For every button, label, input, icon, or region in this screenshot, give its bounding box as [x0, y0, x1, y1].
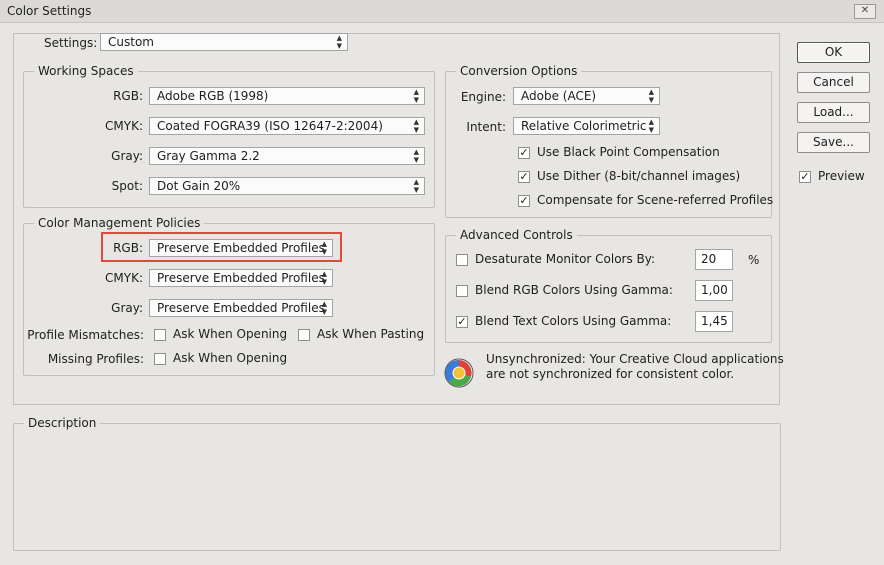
sync-status-line2: are not synchronized for consistent colo… — [486, 367, 735, 381]
engine-dropdown[interactable]: Adobe (ACE) ▲ ▼ — [513, 87, 660, 105]
blend-rgb-checkbox[interactable] — [456, 285, 468, 297]
policies-legend: Color Management Policies — [34, 216, 205, 230]
policy-cmyk-value: Preserve Embedded Profiles — [157, 271, 325, 285]
ws-cmyk-dropdown[interactable]: Coated FOGRA39 (ISO 12647-2:2004) ▲ ▼ — [149, 117, 425, 135]
window-title: Color Settings — [7, 4, 92, 18]
ok-button[interactable]: OK — [797, 42, 870, 63]
description-group: Description — [13, 416, 781, 551]
ws-spot-dropdown[interactable]: Dot Gain 20% ▲ ▼ — [149, 177, 425, 195]
policy-gray-value: Preserve Embedded Profiles — [157, 301, 325, 315]
policy-gray-dropdown[interactable]: Preserve Embedded Profiles ▲ ▼ — [149, 299, 333, 317]
advanced-legend: Advanced Controls — [456, 228, 577, 242]
save-button[interactable]: Save... — [797, 132, 870, 153]
ws-gray-label: Gray: — [111, 149, 143, 163]
missing-ask-opening-checkbox[interactable] — [154, 353, 166, 365]
cancel-button[interactable]: Cancel — [797, 72, 870, 93]
ws-spot-value: Dot Gain 20% — [157, 179, 241, 193]
intent-value: Relative Colorimetric — [521, 119, 647, 133]
dropdown-arrows-icon: ▲ ▼ — [321, 300, 327, 316]
settings-dropdown[interactable]: Custom ▲ ▼ — [100, 33, 348, 51]
dropdown-arrows-icon: ▲ ▼ — [413, 148, 419, 164]
load-button[interactable]: Load... — [797, 102, 870, 123]
ws-cmyk-label: CMYK: — [105, 119, 143, 133]
dropdown-arrows-icon: ▲ ▼ — [648, 88, 654, 104]
ask-pasting-checkbox[interactable] — [298, 329, 310, 341]
dropdown-arrows-icon: ▲ ▼ — [648, 118, 654, 134]
ask-pasting-label: Ask When Pasting — [317, 327, 425, 341]
policy-cmyk-dropdown[interactable]: Preserve Embedded Profiles ▲ ▼ — [149, 269, 333, 287]
engine-label: Engine: — [460, 90, 506, 104]
policy-rgb-value: Preserve Embedded Profiles — [157, 241, 325, 255]
title-bar: Color Settings ✕ — [0, 0, 884, 23]
policy-rgb-label: RGB: — [113, 241, 143, 255]
preview-label: Preview — [818, 169, 865, 183]
blend-rgb-label: Blend RGB Colors Using Gamma: — [475, 283, 673, 297]
ask-opening-checkbox[interactable] — [154, 329, 166, 341]
ws-spot-label: Spot: — [111, 179, 143, 193]
dropdown-arrows-icon: ▲ ▼ — [413, 118, 419, 134]
black-point-checkbox[interactable]: ✓ — [518, 147, 530, 159]
ws-cmyk-value: Coated FOGRA39 (ISO 12647-2:2004) — [157, 119, 383, 133]
blend-rgb-input[interactable]: 1,00 — [695, 280, 733, 301]
dropdown-arrows-icon: ▲ ▼ — [413, 178, 419, 194]
settings-label: Settings: — [44, 36, 98, 50]
desaturate-checkbox[interactable] — [456, 254, 468, 266]
dither-checkbox[interactable]: ✓ — [518, 171, 530, 183]
missing-profiles-label: Missing Profiles: — [47, 352, 144, 366]
black-point-label: Use Black Point Compensation — [537, 145, 720, 159]
close-icon[interactable]: ✕ — [854, 4, 876, 19]
settings-value: Custom — [108, 35, 154, 49]
preview-checkbox[interactable]: ✓ — [799, 171, 811, 183]
ws-gray-dropdown[interactable]: Gray Gamma 2.2 ▲ ▼ — [149, 147, 425, 165]
policy-gray-label: Gray: — [111, 301, 143, 315]
desaturate-input[interactable]: 20 — [695, 249, 733, 270]
working-spaces-legend: Working Spaces — [34, 64, 138, 78]
desaturate-label: Desaturate Monitor Colors By: — [475, 252, 656, 266]
dropdown-arrows-icon: ▲ ▼ — [413, 88, 419, 104]
ask-opening-label: Ask When Opening — [173, 327, 288, 341]
dropdown-arrows-icon: ▲ ▼ — [321, 240, 327, 256]
ws-rgb-value: Adobe RGB (1998) — [157, 89, 269, 103]
dropdown-arrows-icon: ▲ ▼ — [336, 34, 342, 50]
description-legend: Description — [24, 416, 101, 430]
scene-checkbox[interactable]: ✓ — [518, 195, 530, 207]
intent-dropdown[interactable]: Relative Colorimetric ▲ ▼ — [513, 117, 660, 135]
desaturate-unit: % — [748, 253, 760, 267]
policy-rgb-dropdown[interactable]: Preserve Embedded Profiles ▲ ▼ — [149, 239, 333, 257]
profile-mismatches-label: Profile Mismatches: — [27, 328, 144, 342]
engine-value: Adobe (ACE) — [521, 89, 597, 103]
ws-gray-value: Gray Gamma 2.2 — [157, 149, 260, 163]
conversion-legend: Conversion Options — [456, 64, 582, 78]
policy-cmyk-label: CMYK: — [105, 271, 143, 285]
missing-ask-opening-label: Ask When Opening — [173, 351, 288, 365]
intent-label: Intent: — [466, 120, 506, 134]
dither-label: Use Dither (8-bit/channel images) — [537, 169, 741, 183]
dropdown-arrows-icon: ▲ ▼ — [321, 270, 327, 286]
ws-rgb-dropdown[interactable]: Adobe RGB (1998) ▲ ▼ — [149, 87, 425, 105]
blend-text-input[interactable]: 1,45 — [695, 311, 733, 332]
blend-text-label: Blend Text Colors Using Gamma: — [475, 314, 672, 328]
color-sync-icon — [444, 358, 474, 388]
sync-status-line1: Unsynchronized: Your Creative Cloud appl… — [486, 352, 784, 366]
ws-rgb-label: RGB: — [113, 89, 143, 103]
scene-label: Compensate for Scene-referred Profiles — [537, 193, 774, 207]
blend-text-checkbox[interactable]: ✓ — [456, 316, 468, 328]
